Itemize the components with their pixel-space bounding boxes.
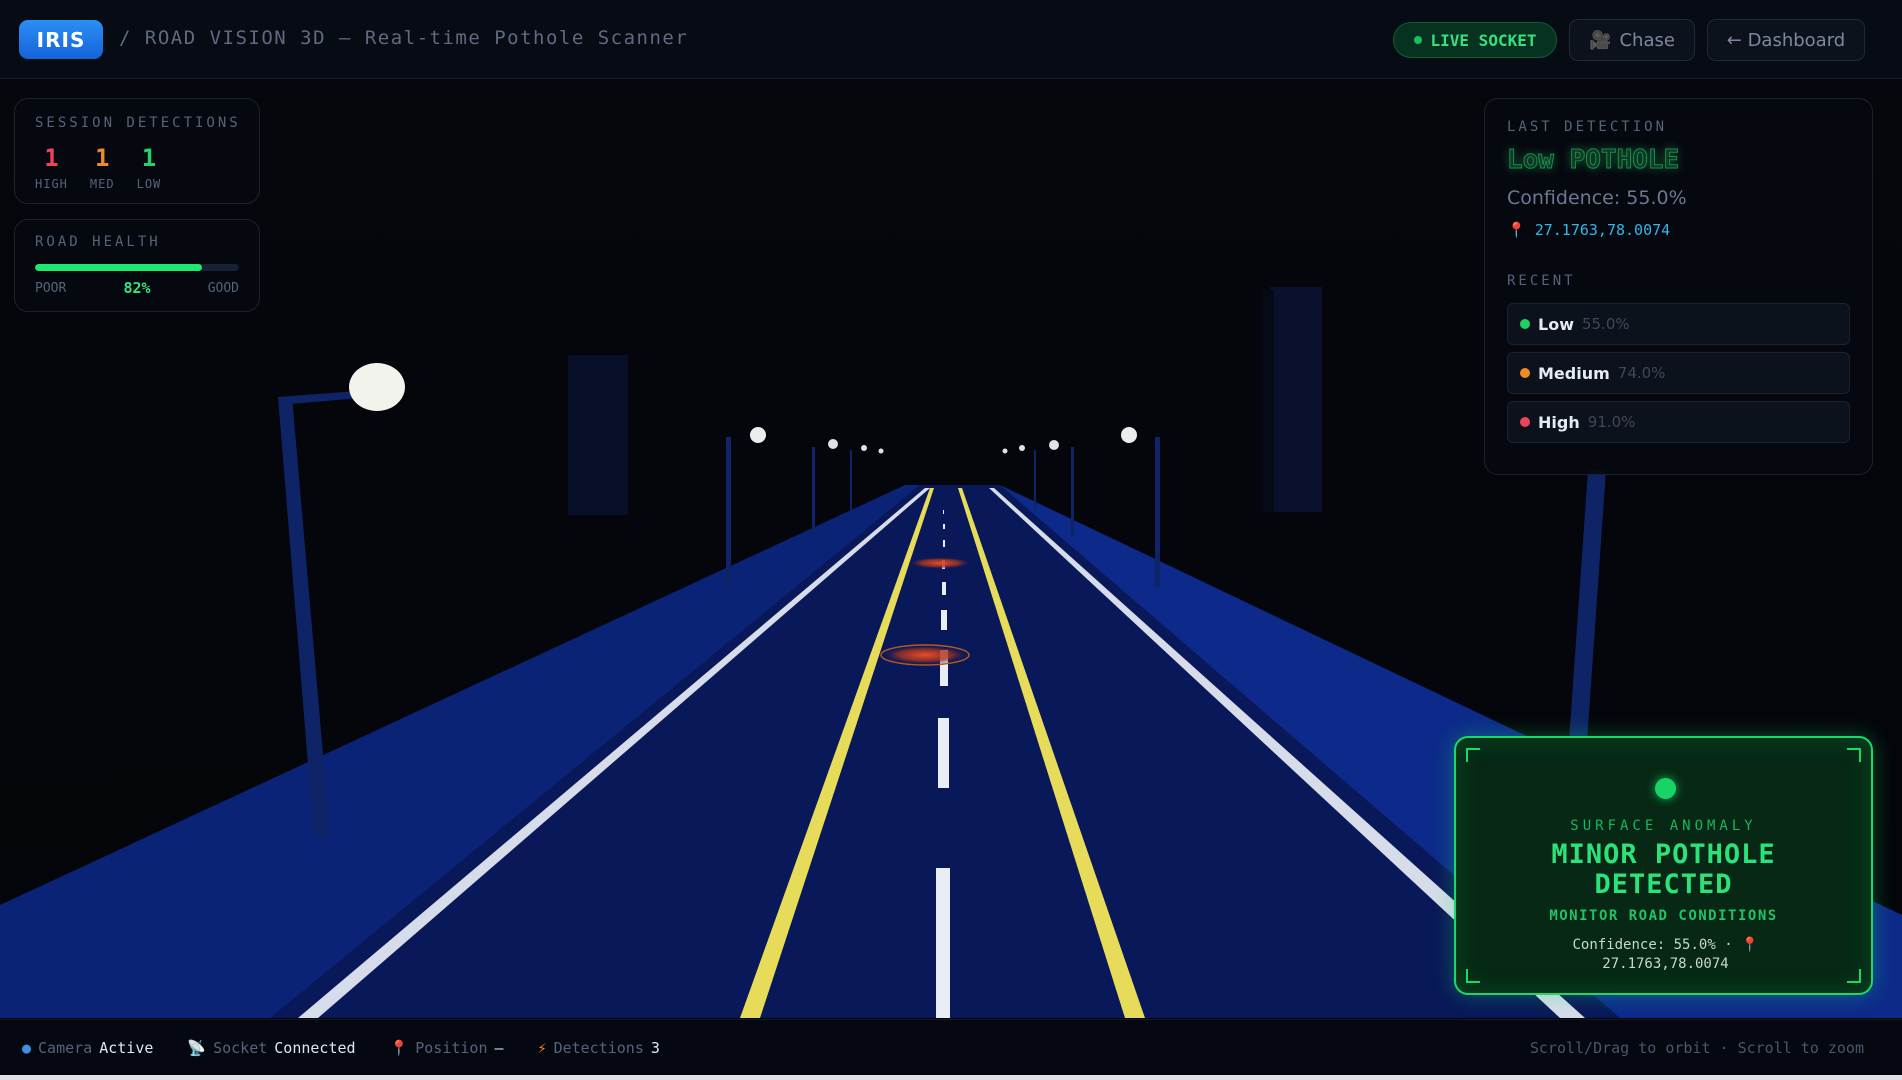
status-socket-label: Socket	[213, 1038, 268, 1057]
status-camera-label: Camera	[38, 1038, 93, 1057]
count-low-label: LOW	[136, 177, 162, 191]
corner-bracket-icon	[1466, 969, 1480, 983]
alert-meta-line1: Confidence: 55.0% · 📍	[1572, 937, 1759, 953]
status-camera-value: Active	[99, 1038, 154, 1057]
severity-dot-icon	[1520, 368, 1530, 378]
alert-title: MINOR POTHOLE DETECTED	[1456, 840, 1871, 900]
road-health-fill	[35, 264, 203, 271]
count-med-label: MED	[89, 177, 115, 191]
building-silhouette	[1270, 287, 1322, 512]
road-health-bar	[35, 264, 239, 271]
iris-logo[interactable]: IRIS	[19, 20, 103, 59]
recent-list: Low 55.0% Medium 74.0% High 91.0%	[1507, 303, 1850, 443]
alert-status-dot-icon	[1655, 778, 1676, 799]
building-silhouette	[1262, 290, 1274, 512]
severity-dot-icon	[1520, 319, 1530, 329]
globe-icon: ●	[22, 1038, 32, 1057]
alert-meta-line2: 27.1763,78.0074	[1602, 956, 1729, 972]
severity-dot-icon	[1520, 417, 1530, 427]
alert-meta: Confidence: 55.0% · 📍 27.1763,78.0074	[1496, 936, 1835, 974]
recent-item[interactable]: Low 55.0%	[1507, 303, 1850, 345]
alert-title-line1: MINOR POTHOLE	[1551, 839, 1776, 870]
recent-item[interactable]: Medium 74.0%	[1507, 352, 1850, 394]
session-detections-panel: SESSION DETECTIONS 1 HIGH 1 MED 1 LOW	[14, 98, 260, 204]
recent-item-confidence: 74.0%	[1617, 364, 1666, 382]
corner-bracket-icon	[1847, 748, 1861, 762]
live-socket-label: LIVE SOCKET	[1430, 30, 1537, 50]
status-socket: 📡 Socket Connected	[187, 1039, 355, 1057]
camera-icon: 🎥	[1589, 29, 1612, 51]
orbit-help-text: Scroll/Drag to orbit · Scroll to zoom	[1529, 1039, 1864, 1057]
pothole-marker-medium	[880, 644, 970, 666]
recent-item-severity: High	[1538, 412, 1580, 432]
last-detection-coords: 📍 27.1763,78.0074	[1507, 221, 1850, 239]
count-high-value: 1	[44, 144, 59, 172]
status-detections-label: Detections	[553, 1038, 644, 1057]
session-detections-label: SESSION DETECTIONS	[35, 115, 241, 131]
health-poor-label: POOR	[35, 280, 67, 296]
count-low-value: 1	[141, 144, 157, 172]
recent-item-severity: Medium	[1538, 363, 1610, 383]
live-socket-badge: LIVE SOCKET	[1393, 22, 1557, 58]
lightning-icon: ⚡	[537, 1038, 547, 1057]
recent-item-confidence: 55.0%	[1581, 315, 1630, 333]
count-low: 1 LOW	[137, 145, 162, 191]
road-health-panel: ROAD HEALTH POOR 82% GOOD	[14, 219, 260, 312]
chase-label: Chase	[1619, 29, 1675, 51]
health-value: 82%	[123, 279, 151, 297]
pothole-marker-high	[908, 557, 972, 569]
count-high: 1 HIGH	[35, 145, 68, 191]
road-health-scale: POOR 82% GOOD	[35, 279, 239, 297]
map-pin-icon: 📍	[389, 1038, 409, 1057]
status-detections: ⚡ Detections 3	[538, 1039, 660, 1057]
count-med: 1 MED	[90, 145, 115, 191]
map-pin-icon: 📍	[1507, 221, 1526, 239]
dashboard-label: ← Dashboard	[1726, 29, 1846, 51]
status-position-label: Position	[415, 1038, 488, 1057]
chase-button[interactable]: 🎥 Chase	[1569, 19, 1695, 61]
last-detection-label: LAST DETECTION	[1507, 119, 1668, 135]
status-camera: ● Camera Active	[22, 1039, 153, 1057]
last-detection-coords-value: 27.1763,78.0074	[1534, 221, 1671, 239]
recent-item-confidence: 91.0%	[1587, 413, 1636, 431]
building-silhouette	[568, 355, 628, 515]
corner-bracket-icon	[1466, 748, 1480, 762]
count-med-value: 1	[95, 144, 110, 172]
status-dot-icon	[1413, 36, 1422, 44]
corner-bracket-icon	[1847, 969, 1861, 983]
road-health-label: ROAD HEALTH	[35, 234, 161, 250]
page-title: / ROAD VISION 3D — Real-time Pothole Sca…	[119, 27, 689, 49]
alert-kicker: SURFACE ANOMALY	[1570, 818, 1757, 834]
last-detection-panel: LAST DETECTION Low POTHOLE Confidence: 5…	[1484, 98, 1873, 475]
satellite-icon: 📡	[187, 1038, 207, 1057]
alert-subtitle: MONITOR ROAD CONDITIONS	[1549, 908, 1778, 924]
last-detection-title: Low POTHOLE	[1507, 145, 1680, 176]
recent-item[interactable]: High 91.0%	[1507, 401, 1850, 443]
last-detection-confidence: Confidence: 55.0%	[1507, 187, 1687, 209]
status-position: 📍 Position —	[390, 1039, 504, 1057]
recent-item-severity: Low	[1538, 314, 1574, 334]
top-bar: IRIS / ROAD VISION 3D — Real-time Pothol…	[0, 0, 1902, 79]
count-high-label: HIGH	[35, 177, 68, 191]
window-bottom-edge	[0, 1075, 1902, 1080]
status-position-value: —	[494, 1038, 504, 1057]
status-bar: ● Camera Active 📡 Socket Connected 📍 Pos…	[0, 1019, 1902, 1075]
dashboard-button[interactable]: ← Dashboard	[1707, 19, 1865, 61]
recent-label: RECENT	[1507, 273, 1576, 289]
status-socket-value: Connected	[274, 1038, 356, 1057]
detection-counts: 1 HIGH 1 MED 1 LOW	[35, 145, 239, 191]
status-detections-value: 3	[650, 1038, 660, 1057]
alert-title-line2: DETECTED	[1594, 869, 1733, 900]
pothole-alert-card: SURFACE ANOMALY MINOR POTHOLE DETECTED M…	[1454, 736, 1873, 995]
health-good-label: GOOD	[207, 280, 239, 296]
